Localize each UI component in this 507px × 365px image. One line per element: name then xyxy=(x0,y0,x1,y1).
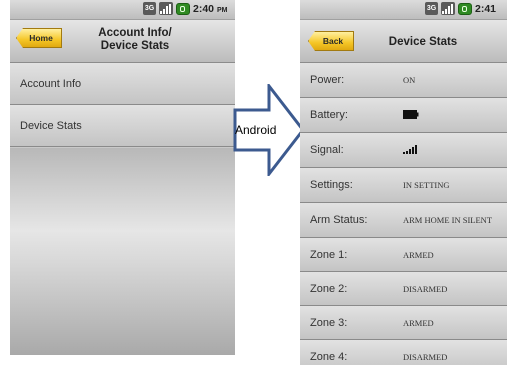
stat-row-zone-4: Zone 4: DISARMED xyxy=(300,340,507,365)
stat-value: DISARMED xyxy=(403,351,448,362)
list-item-account-info[interactable]: Account Info xyxy=(10,63,235,105)
page-title: Device Stats xyxy=(388,36,458,48)
status-time: 2:41 xyxy=(475,2,497,15)
arrow-label: Android xyxy=(235,123,277,137)
title-bar: Back Device Stats xyxy=(300,20,507,63)
stat-value: ARMED xyxy=(403,249,434,260)
home-button[interactable]: Home xyxy=(16,28,62,48)
page-title-line-2: Device Stats xyxy=(100,40,170,52)
battery-icon xyxy=(403,109,419,121)
stat-label: Zone 1: xyxy=(310,248,348,261)
page-title: Account Info/ Device Stats xyxy=(80,27,190,53)
stat-row-zone-2: Zone 2: DISARMED xyxy=(300,272,507,306)
stat-row-zone-1: Zone 1: ARMED xyxy=(300,238,507,272)
stat-label: Zone 3: xyxy=(310,316,348,329)
stat-row-zone-3: Zone 3: ARMED xyxy=(300,306,507,340)
signal-icon xyxy=(159,2,173,15)
status-icons: 3G 2:40 PM xyxy=(143,2,227,15)
list-item-device-stats[interactable]: Device Stats xyxy=(10,105,235,147)
stat-row-settings: Settings: IN SETTING xyxy=(300,168,507,203)
stat-label: Signal: xyxy=(310,144,344,156)
signal-icon xyxy=(441,2,455,15)
stat-row-power: Power: ON xyxy=(300,63,507,98)
list-item-label: Device Stats xyxy=(20,119,82,132)
stat-value: ARMED xyxy=(403,317,434,328)
page-title-line-1: Account Info/ xyxy=(98,27,172,39)
stat-row-battery: Battery: xyxy=(300,98,507,133)
stat-label: Settings: xyxy=(310,179,353,191)
status-bar: 3G 2:41 xyxy=(300,0,507,20)
stat-label: Zone 2: xyxy=(310,282,348,295)
3g-icon: 3G xyxy=(143,2,156,15)
stat-value: DISARMED xyxy=(403,283,448,294)
stat-label: Arm Status: xyxy=(310,214,368,226)
stat-value: ON xyxy=(403,75,416,85)
stat-row-signal: Signal: xyxy=(300,133,507,168)
battery-icon xyxy=(458,2,472,15)
status-time: 2:40 PM xyxy=(193,2,228,15)
back-button[interactable]: Back xyxy=(308,31,354,51)
empty-list-area xyxy=(10,148,235,355)
status-icons: 3G 2:41 xyxy=(425,2,496,15)
right-phone-screen: 3G 2:41 Back Device Stats Power: ON Batt… xyxy=(300,0,507,365)
signal-bars-icon xyxy=(403,144,419,156)
status-bar: 3G 2:40 PM xyxy=(10,0,235,20)
title-bar: Home Account Info/ Device Stats xyxy=(10,20,235,63)
stat-label: Battery: xyxy=(310,109,348,121)
list-item-label: Account Info xyxy=(20,77,82,90)
stat-value: ARM HOME IN SILENT xyxy=(403,215,493,225)
battery-icon xyxy=(176,2,190,15)
stat-value: IN SETTING xyxy=(403,180,450,190)
stat-label: Power: xyxy=(310,74,345,86)
stat-row-arm-status: Arm Status: ARM HOME IN SILENT xyxy=(300,203,507,238)
stat-label: Zone 4: xyxy=(310,350,348,363)
3g-icon: 3G xyxy=(425,2,438,15)
left-phone-screen: 3G 2:40 PM Home Account Info/ Device Sta… xyxy=(10,0,235,355)
